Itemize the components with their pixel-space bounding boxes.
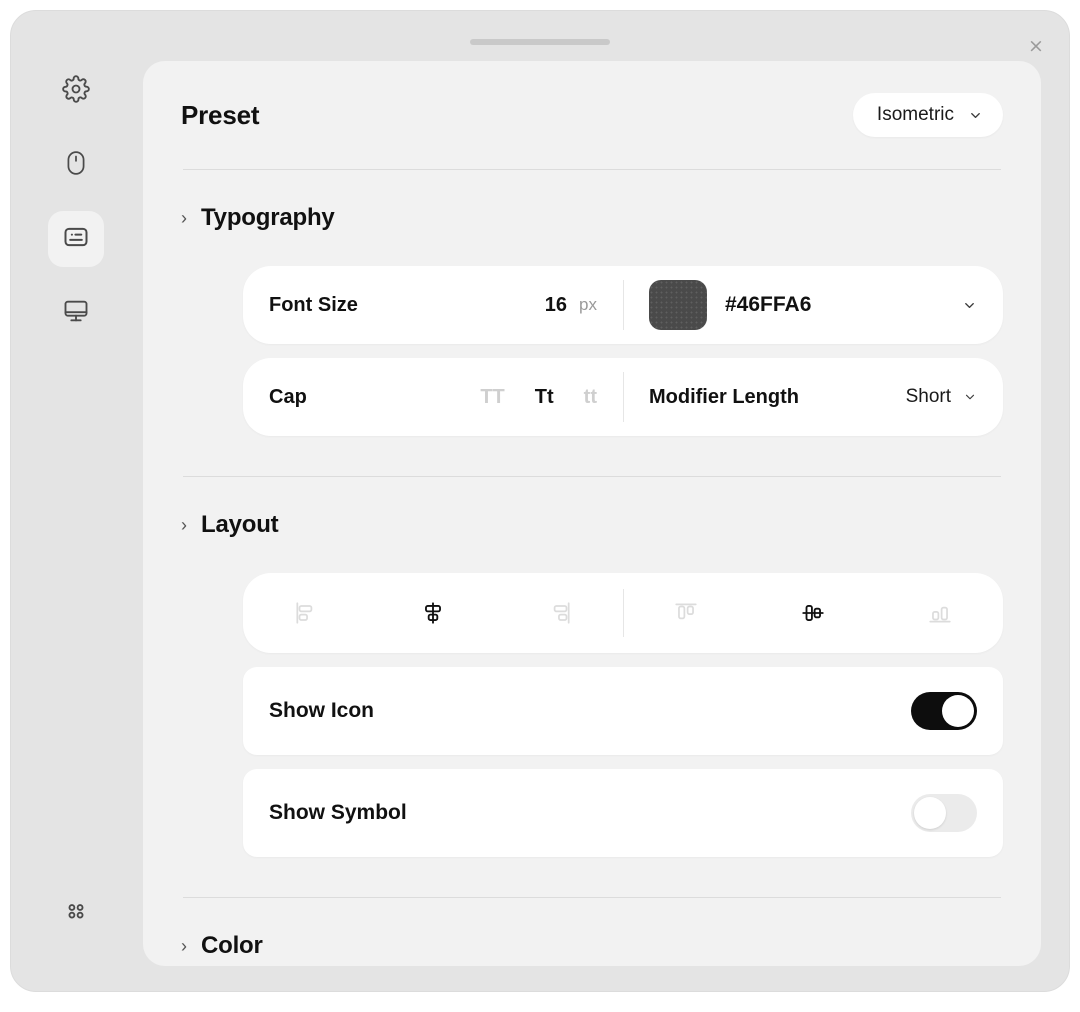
section-title-typography: Typography	[201, 204, 335, 231]
color-hex-value: #46FFA6	[725, 293, 812, 316]
section-title-layout: Layout	[201, 511, 279, 538]
font-size-label: Font Size	[269, 293, 358, 316]
modifier-length-cell[interactable]: Modifier Length Short	[623, 358, 1003, 436]
modifier-length-label: Modifier Length	[649, 385, 799, 408]
align-center-icon[interactable]	[409, 589, 457, 637]
preset-dropdown[interactable]: Isometric	[852, 93, 1003, 137]
preset-value: Isometric	[876, 104, 954, 125]
align-middle-icon[interactable]	[789, 589, 837, 637]
caption-icon	[62, 223, 90, 256]
align-bottom-icon[interactable]	[916, 589, 964, 637]
color-swatch[interactable]	[649, 280, 707, 330]
color-cell[interactable]: #46FFA6	[623, 266, 1003, 344]
row-show-icon: Show Icon	[243, 667, 1003, 755]
cap-cell: Cap TT Tt tt	[243, 358, 623, 436]
sidebar-item-caption[interactable]	[48, 211, 104, 267]
font-size-unit: px	[579, 295, 597, 314]
section-header-color[interactable]: › Color	[181, 898, 1003, 966]
cap-options: TT Tt tt	[480, 386, 597, 409]
chevron-down-icon[interactable]	[963, 390, 977, 404]
row-show-symbol: Show Symbol	[243, 769, 1003, 857]
layout-rows: Show Icon Show Symbol	[181, 573, 1003, 857]
typography-rows: Font Size 16 px #46FFA6 Cap TT Tt tt Mod…	[181, 266, 1003, 436]
chevron-right-icon: ›	[181, 515, 187, 535]
chevron-down-icon[interactable]	[962, 298, 977, 313]
panel-content: Preset Isometric › Typography Font Size	[143, 61, 1041, 966]
grid-dots-icon	[62, 897, 90, 930]
show-icon-label: Show Icon	[269, 699, 374, 722]
sidebar	[11, 11, 141, 991]
chevron-right-icon: ›	[181, 208, 187, 228]
window-drag-handle[interactable]	[470, 39, 610, 45]
row-cap-modifier: Cap TT Tt tt Modifier Length Short	[243, 358, 1003, 436]
chevron-right-icon: ›	[181, 936, 187, 956]
sidebar-item-display[interactable]	[48, 285, 104, 341]
row-font-size-color: Font Size 16 px #46FFA6	[243, 266, 1003, 344]
align-left-icon[interactable]	[282, 589, 330, 637]
toggle-knob	[942, 695, 974, 727]
close-icon[interactable]: ×	[1023, 33, 1049, 59]
chevron-down-icon	[968, 108, 983, 123]
section-title-color: Color	[201, 932, 263, 959]
modifier-length-value-group: Short	[906, 386, 977, 408]
mouse-icon	[63, 150, 89, 181]
monitor-icon	[62, 297, 90, 330]
section-header-typography[interactable]: › Typography	[181, 170, 1003, 266]
sidebar-item-apps[interactable]	[48, 885, 104, 941]
cap-option-uppercase[interactable]: TT	[480, 386, 504, 409]
preset-row: Preset Isometric	[181, 61, 1003, 169]
cap-option-lowercase[interactable]: tt	[584, 386, 597, 409]
section-header-layout[interactable]: › Layout	[181, 477, 1003, 573]
gear-icon	[62, 74, 90, 108]
font-size-value-group: 16 px	[545, 294, 597, 317]
show-icon-toggle[interactable]	[911, 692, 977, 730]
show-symbol-toggle[interactable]	[911, 794, 977, 832]
align-top-icon[interactable]	[662, 589, 710, 637]
row-alignment	[243, 573, 1003, 653]
cap-option-titlecase[interactable]: Tt	[535, 386, 554, 409]
font-size-cell[interactable]: Font Size 16 px	[243, 266, 623, 344]
align-horizontal-group	[243, 573, 623, 653]
show-symbol-label: Show Symbol	[269, 801, 407, 824]
align-vertical-group	[623, 573, 1003, 653]
settings-panel: Preset Isometric › Typography Font Size	[143, 61, 1041, 966]
sidebar-item-mouse[interactable]	[48, 137, 104, 193]
toggle-knob	[914, 797, 946, 829]
page-title: Preset	[181, 99, 260, 130]
font-size-value[interactable]: 16	[545, 294, 567, 317]
app-window: × Preset Isometric › Typography Font Siz…	[10, 10, 1070, 992]
cap-label: Cap	[269, 385, 307, 408]
sidebar-item-settings[interactable]	[48, 63, 104, 119]
align-right-icon[interactable]	[536, 589, 584, 637]
modifier-length-value: Short	[905, 386, 951, 407]
